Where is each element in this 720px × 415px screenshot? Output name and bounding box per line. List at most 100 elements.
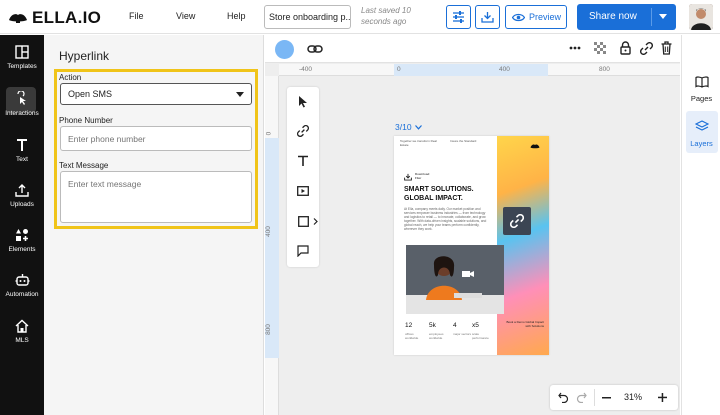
elements-icon bbox=[16, 229, 28, 241]
logo[interactable]: ELLA.IO bbox=[8, 8, 101, 28]
transparency-icon[interactable] bbox=[594, 42, 606, 54]
sliders-icon bbox=[453, 11, 464, 23]
horizontal-ruler: -400 0 400 800 bbox=[279, 64, 680, 76]
ruler-tick: 0 bbox=[265, 131, 273, 136]
link-tool[interactable] bbox=[295, 123, 311, 139]
flyer-stat-value: 5k bbox=[429, 322, 436, 329]
more-options-icon[interactable] bbox=[569, 46, 581, 50]
share-dropdown-icon[interactable] bbox=[659, 14, 667, 19]
comment-tool[interactable] bbox=[295, 243, 311, 259]
panel-title: Hyperlink bbox=[59, 49, 110, 63]
rail-label-interactions: Interactions bbox=[5, 110, 39, 117]
house-icon bbox=[15, 319, 29, 333]
flyer-headline-2: GLOBAL IMPACT. bbox=[404, 195, 463, 202]
ruler-tick: 0 bbox=[397, 66, 401, 73]
lock-icon[interactable] bbox=[620, 41, 631, 55]
flyer-stat-sub: scale performance bbox=[472, 332, 489, 340]
rail-label-layers: Layers bbox=[690, 139, 713, 148]
flyer-cta: Book a Demo Global Impact with Solutions bbox=[506, 320, 544, 328]
hyperlink-icon[interactable] bbox=[640, 42, 653, 55]
flyer-body: At Ella, company meets daily. Our market… bbox=[404, 207, 487, 231]
phone-number-input[interactable] bbox=[60, 126, 252, 151]
page-indicator[interactable]: 3/10 bbox=[395, 122, 422, 132]
rail-item-mls[interactable]: MLS bbox=[0, 319, 44, 344]
menu-help[interactable]: Help bbox=[227, 11, 246, 21]
zoom-in-icon[interactable] bbox=[658, 393, 667, 402]
cursor-icon bbox=[299, 95, 307, 107]
flyer-stat-value: x5 bbox=[472, 322, 479, 329]
text-tool[interactable] bbox=[295, 153, 311, 169]
avatar[interactable] bbox=[689, 4, 713, 30]
document-title-field[interactable]: Store onboarding p... bbox=[264, 5, 351, 29]
zoom-out-icon[interactable] bbox=[602, 397, 611, 399]
flyer-stat-value: 4 bbox=[453, 322, 457, 329]
rail-item-elements[interactable]: Elements bbox=[0, 228, 44, 253]
chevron-down-icon bbox=[236, 92, 244, 97]
shape-tool[interactable] bbox=[295, 213, 311, 229]
flyer-photo bbox=[406, 245, 504, 314]
action-label: Action bbox=[59, 73, 82, 82]
share-label: Share now bbox=[589, 11, 637, 22]
action-select[interactable]: Open SMS bbox=[60, 83, 252, 105]
rail-item-automation[interactable]: Automation bbox=[0, 273, 44, 298]
select-tool[interactable] bbox=[295, 93, 311, 109]
message-label: Text Message bbox=[59, 161, 109, 170]
share-button[interactable]: Share now bbox=[577, 4, 676, 30]
rail-item-uploads[interactable]: Uploads bbox=[0, 183, 44, 208]
download-button[interactable] bbox=[475, 5, 500, 29]
right-rail: Pages Layers bbox=[681, 35, 720, 415]
text-message-input[interactable] bbox=[60, 171, 252, 223]
upload-icon bbox=[15, 184, 29, 197]
tool-strip bbox=[287, 87, 319, 267]
layers-icon bbox=[694, 120, 709, 131]
zoom-level[interactable]: 31% bbox=[624, 392, 642, 402]
templates-icon bbox=[15, 45, 29, 59]
flyer-stat-sub: major sectors bbox=[453, 332, 472, 336]
logo-text: ELLA.IO bbox=[32, 8, 102, 27]
comment-icon bbox=[297, 245, 309, 257]
phone-label: Phone Number bbox=[59, 116, 113, 125]
preview-button[interactable]: Preview bbox=[505, 5, 567, 29]
logo-icon bbox=[9, 14, 27, 23]
rail-label-text: Text bbox=[16, 156, 28, 163]
rail-item-text[interactable]: Text bbox=[0, 138, 44, 163]
chevron-down-icon bbox=[414, 124, 422, 130]
hyperlink-badge[interactable] bbox=[503, 207, 531, 235]
fill-color-swatch[interactable] bbox=[275, 40, 294, 59]
interactions-icon bbox=[17, 91, 26, 105]
link-icon[interactable] bbox=[307, 43, 323, 55]
menu-file[interactable]: File bbox=[129, 11, 144, 21]
flyer-logo-icon bbox=[530, 144, 540, 149]
flyer-headline-1: SMART SOLUTIONS. bbox=[404, 186, 474, 193]
canvas-toolbar bbox=[265, 35, 680, 63]
download-icon bbox=[481, 12, 494, 23]
text-icon bbox=[17, 139, 27, 151]
left-rail: Templates Interactions Text Uploads Elem… bbox=[0, 35, 44, 415]
menu-view[interactable]: View bbox=[176, 11, 195, 21]
zoom-controls: 31% bbox=[550, 385, 678, 410]
trash-icon[interactable] bbox=[661, 41, 672, 55]
rail-item-layers[interactable]: Layers bbox=[682, 120, 720, 148]
flyer-headline: SMART SOLUTIONS. GLOBAL IMPACT. bbox=[404, 185, 494, 203]
design-page[interactable]: Together we transform Real Estate Insure… bbox=[394, 136, 549, 355]
ruler-tick: 800 bbox=[599, 66, 610, 73]
woman-at-desk-image bbox=[406, 245, 504, 314]
top-bar: ELLA.IO File View Help Store onboarding … bbox=[0, 0, 720, 34]
rail-item-templates[interactable]: Templates bbox=[0, 45, 44, 70]
hyperlink-panel: Hyperlink Action Open SMS Phone Number T… bbox=[44, 35, 264, 415]
adjust-button[interactable] bbox=[446, 5, 471, 29]
redo-icon[interactable] bbox=[576, 392, 587, 403]
chevron-right-icon[interactable] bbox=[313, 218, 318, 225]
video-icon bbox=[297, 186, 309, 196]
ruler-tick: 400 bbox=[264, 226, 272, 237]
canvas-area: -400 0 400 800 0 400 800 3/10 Together w… bbox=[265, 35, 680, 415]
rail-item-pages[interactable]: Pages bbox=[682, 76, 720, 103]
link-tool-icon bbox=[297, 125, 309, 137]
rail-item-interactions[interactable]: Interactions bbox=[0, 91, 44, 117]
flyer-tagline: Together we transform Real Estate bbox=[400, 139, 437, 147]
flyer-stat-value: 12 bbox=[405, 322, 413, 329]
undo-icon[interactable] bbox=[558, 392, 569, 403]
share-divider bbox=[651, 8, 652, 26]
video-tool[interactable] bbox=[295, 183, 311, 199]
rail-label-mls: MLS bbox=[15, 337, 29, 344]
